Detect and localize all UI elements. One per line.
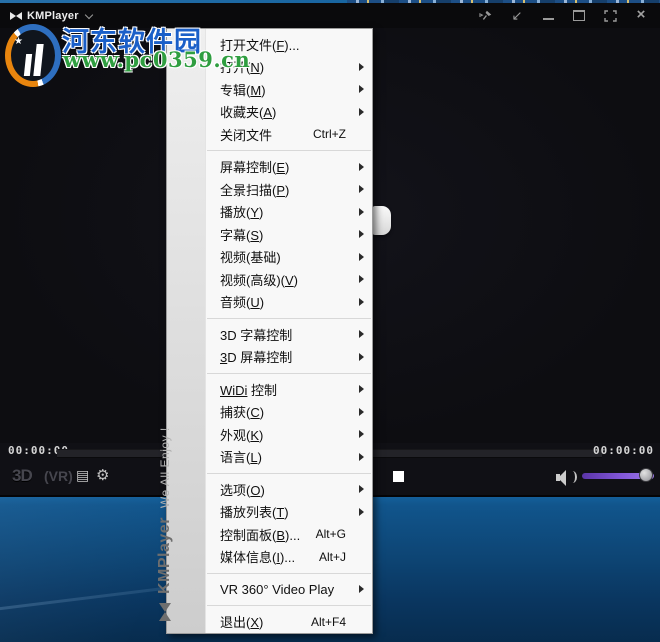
vr-mode-button[interactable]: (VR): [44, 468, 73, 484]
submenu-arrow-icon: [352, 430, 364, 438]
menu-item-widi-control[interactable]: WiDi 控制: [206, 378, 372, 401]
menu-item-label: 播放列表(T): [220, 505, 289, 521]
center-logo-fragment: [372, 206, 391, 235]
menu-item-label: 关闭文件: [220, 127, 273, 143]
menu-item-label: VR 360° Video Play: [220, 581, 335, 597]
menu-item-label: 视频(基础): [220, 250, 281, 266]
menu-item-label: WiDi 控制: [220, 382, 278, 398]
gear-icon[interactable]: ⚙: [96, 466, 109, 484]
menu-item-label: 3D 屏幕控制: [220, 350, 293, 366]
menu-item-video-basic[interactable]: 视频(基础): [206, 246, 372, 269]
submenu-arrow-icon: [352, 298, 364, 306]
submenu-arrow-icon: [352, 185, 364, 193]
menu-item-exit[interactable]: 退出(X) Alt+F4: [206, 611, 372, 634]
menu-item-label: 媒体信息(I)...: [220, 550, 296, 566]
menu-list: 打开文件(F)... 打开(N) 专辑(M) 收藏夹(A) 关闭文件 Ctrl+Z 屏幕控制…: [206, 29, 372, 633]
stop-button[interactable]: [393, 471, 404, 482]
menu-item-label: 屏幕控制(E): [220, 160, 290, 176]
submenu-arrow-icon: [352, 385, 364, 393]
menu-item-subtitles[interactable]: 字幕(S): [206, 223, 372, 246]
menu-item-close-file[interactable]: 关闭文件 Ctrl+Z: [206, 123, 372, 146]
volume-knob[interactable]: [639, 468, 653, 482]
close-icon[interactable]: ×: [634, 7, 648, 22]
window-controls: ↙ ×: [479, 7, 648, 23]
fullscreen-icon[interactable]: [603, 9, 617, 23]
menu-separator: [207, 317, 371, 319]
menu-item-album[interactable]: 专辑(M): [206, 78, 372, 101]
menu-item-shortcut: Alt+G: [315, 527, 346, 542]
menu-item-label: 全景扫描(P): [220, 182, 290, 198]
menu-item-playlist[interactable]: 播放列表(T): [206, 501, 372, 524]
pin-icon[interactable]: [479, 9, 493, 23]
menu-item-video-advanced[interactable]: 视频(高级)(V): [206, 268, 372, 291]
menu-item-audio[interactable]: 音频(U): [206, 291, 372, 314]
submenu-arrow-icon: [352, 163, 364, 171]
menu-separator: [207, 472, 371, 474]
menu-separator: [207, 605, 371, 606]
menu-item-screen-control[interactable]: 屏幕控制(E): [206, 156, 372, 179]
menu-item-label: 收藏夹(A): [220, 105, 277, 121]
menu-separator: [207, 572, 371, 574]
submenu-arrow-icon: [352, 275, 364, 283]
menu-item-shortcut: Ctrl+Z: [313, 127, 346, 142]
submenu-arrow-icon: [352, 353, 364, 361]
kmplayer-logo-icon: [10, 11, 22, 20]
submenu-arrow-icon: [352, 230, 364, 238]
submenu-arrow-icon: [352, 85, 364, 93]
watermark-logo-icon: ★: [5, 24, 61, 87]
submenu-arrow-icon: [352, 63, 364, 71]
menu-item-shortcut: Alt+J: [318, 549, 346, 564]
sidebar-slogan-text: We All Enjoy !: [158, 427, 172, 509]
chevron-down-icon[interactable]: [84, 10, 93, 19]
submenu-arrow-icon: [352, 108, 364, 116]
speaker-icon[interactable]: [556, 469, 578, 486]
playlist-icon[interactable]: ▤: [76, 467, 89, 484]
minimize-icon[interactable]: [541, 9, 555, 23]
3d-mode-button[interactable]: 3D: [12, 466, 33, 486]
menu-separator: [207, 372, 371, 374]
main-context-menu: KMPlayer We All Enjoy ! 打开文件(F)... 打开(N) 专…: [156, 28, 373, 634]
submenu-arrow-icon: [352, 508, 364, 516]
menu-item-3d-screen-control[interactable]: 3D 屏幕控制: [206, 346, 372, 369]
menu-item-skins[interactable]: 外观(K): [206, 423, 372, 446]
menu-item-media-info[interactable]: 媒体信息(I)... Alt+J: [206, 546, 372, 569]
menu-item-options[interactable]: 选项(O): [206, 478, 372, 501]
submenu-arrow-icon: [352, 253, 364, 261]
menu-item-playback[interactable]: 播放(Y): [206, 201, 372, 224]
submenu-arrow-icon: [352, 208, 364, 216]
menu-item-capture[interactable]: 捕获(C): [206, 401, 372, 424]
menu-item-shortcut: Alt+F4: [310, 614, 346, 629]
dock-corner-icon[interactable]: ↙: [510, 9, 524, 23]
menu-item-label: 捕获(C): [220, 405, 265, 421]
menu-item-pan-scan[interactable]: 全景扫描(P): [206, 178, 372, 201]
menu-item-label: 视频(高级)(V): [220, 272, 299, 288]
kmplayer-bowtie-icon: [159, 603, 171, 621]
maximize-icon[interactable]: [572, 9, 586, 23]
menu-item-language[interactable]: 语言(L): [206, 446, 372, 469]
submenu-arrow-icon: [352, 453, 364, 461]
menu-item-label: 退出(X): [220, 615, 264, 631]
menu-item-3d-subtitle-control[interactable]: 3D 字幕控制: [206, 323, 372, 346]
watermark-site-url: www.pc0359.cn: [63, 47, 251, 72]
submenu-arrow-icon: [352, 330, 364, 338]
menu-item-label: 选项(O): [220, 482, 265, 498]
sidebar-brand-text: KMPlayer: [156, 517, 173, 594]
menu-item-vr-360-video-play[interactable]: VR 360° Video Play: [206, 578, 372, 601]
menu-item-label: 播放(Y): [220, 205, 264, 221]
menu-branding-sidebar: KMPlayer We All Enjoy !: [156, 29, 206, 633]
menu-item-label: 专辑(M): [220, 82, 266, 98]
submenu-arrow-icon: [352, 585, 364, 593]
menu-item-label: 语言(L): [220, 450, 262, 466]
time-total: 00:00:00: [593, 444, 654, 457]
menu-item-label: 3D 字幕控制: [220, 327, 293, 343]
menu-item-control-panel[interactable]: 控制面板(B)... Alt+G: [206, 523, 372, 546]
menu-item-label: 字幕(S): [220, 227, 264, 243]
menu-item-favorites[interactable]: 收藏夹(A): [206, 101, 372, 124]
menu-item-label: 控制面板(B)...: [220, 527, 301, 543]
submenu-arrow-icon: [352, 485, 364, 493]
menu-separator: [207, 150, 371, 151]
menu-item-label: 外观(K): [220, 427, 264, 443]
menu-item-label: 音频(U): [220, 295, 265, 311]
submenu-arrow-icon: [352, 408, 364, 416]
